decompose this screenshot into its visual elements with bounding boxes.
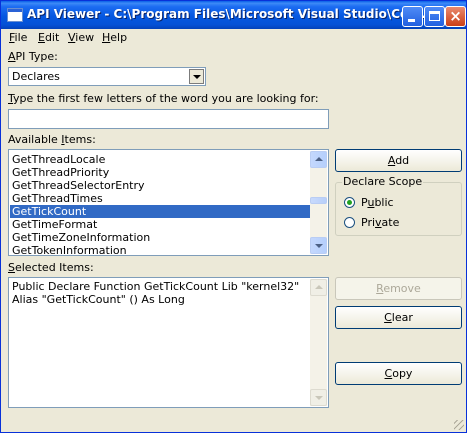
api-type-label: API Type:: [8, 50, 58, 63]
copy-button[interactable]: Copy: [335, 362, 462, 385]
chevron-down-icon[interactable]: [189, 69, 204, 84]
public-radio[interactable]: Public: [344, 196, 454, 210]
title-bar[interactable]: API Viewer - C:\Program Files\Microsoft …: [1, 1, 466, 29]
remove-button[interactable]: Remove: [335, 277, 462, 300]
list-item[interactable]: GetThreadSelectorEntry: [10, 179, 313, 192]
selected-items-label: Selected Items:: [8, 261, 94, 274]
close-button[interactable]: ×: [445, 6, 466, 27]
selected-items-text[interactable]: Public Declare Function GetTickCount Lib…: [8, 277, 329, 408]
api-viewer-window: API Viewer - C:\Program Files\Microsoft …: [0, 0, 467, 433]
available-items-list[interactable]: GetThreadLocale GetThreadPriority GetThr…: [8, 149, 329, 256]
search-label: Type the first few letters of the word y…: [8, 92, 319, 105]
window-title: API Viewer - C:\Program Files\Microsoft …: [27, 7, 435, 21]
list-item-selected[interactable]: GetTickCount: [10, 205, 313, 218]
app-icon: [7, 8, 23, 22]
declare-scope-group: Declare Scope Public Private: [335, 175, 462, 236]
list-item[interactable]: GetTimeZoneInformation: [10, 231, 313, 244]
scroll-up-button[interactable]: [310, 151, 327, 168]
clear-button[interactable]: Clear: [335, 306, 462, 329]
scroll-up-button[interactable]: [310, 279, 327, 296]
arrow-up-icon: [315, 157, 323, 161]
scroll-down-button[interactable]: [310, 389, 327, 406]
available-items-scrollbar[interactable]: [310, 151, 327, 254]
radio-checked-icon: [344, 197, 355, 208]
maximize-button[interactable]: [424, 6, 445, 27]
list-item[interactable]: GetTokenInformation: [10, 244, 313, 255]
api-type-select[interactable]: Declares: [8, 67, 206, 86]
list-item[interactable]: GetTimeFormat: [10, 218, 313, 231]
menu-help[interactable]: Help: [102, 31, 127, 44]
add-button[interactable]: Add: [335, 149, 462, 172]
menu-file[interactable]: File: [9, 31, 27, 44]
minimize-button[interactable]: [402, 6, 423, 27]
list-item[interactable]: GetThreadPriority: [10, 166, 313, 179]
declare-statement: Public Declare Function GetTickCount Lib…: [12, 280, 300, 306]
maximize-icon: [429, 11, 440, 21]
radio-unchecked-icon: [344, 217, 355, 228]
minimize-icon: [408, 19, 415, 22]
menu-bar: File Edit View Help: [1, 29, 466, 47]
selected-items-scrollbar[interactable]: [310, 279, 327, 406]
resize-grip[interactable]: [454, 420, 464, 430]
scroll-down-button[interactable]: [310, 237, 327, 254]
api-type-value: Declares: [12, 70, 60, 83]
private-radio[interactable]: Private: [344, 216, 454, 230]
list-item[interactable]: GetThreadTimes: [10, 192, 313, 205]
available-items-label: Available Items:: [8, 133, 96, 146]
arrow-up-icon: [315, 285, 323, 289]
declare-scope-title: Declare Scope: [342, 175, 424, 188]
close-icon: ×: [449, 7, 462, 25]
menu-edit[interactable]: Edit: [38, 31, 59, 44]
arrow-down-icon: [315, 396, 323, 400]
menu-view[interactable]: View: [68, 31, 94, 44]
search-input[interactable]: [8, 109, 329, 129]
scroll-thumb[interactable]: [310, 197, 327, 204]
list-item[interactable]: GetThreadLocale: [10, 153, 313, 166]
arrow-down-icon: [315, 244, 323, 248]
